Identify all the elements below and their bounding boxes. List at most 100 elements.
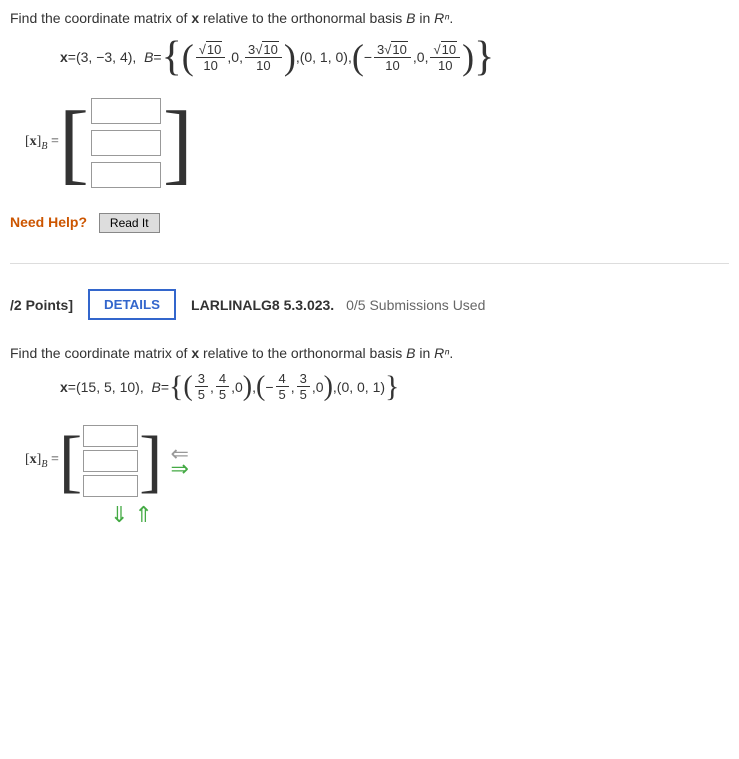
den: 10 xyxy=(382,58,402,73)
neg: − xyxy=(364,49,372,65)
txt: in xyxy=(415,345,434,361)
matrix-input-1[interactable] xyxy=(91,98,161,124)
eq: = xyxy=(51,452,59,467)
txt: Find the coordinate matrix of xyxy=(10,345,191,361)
x-sym: x xyxy=(60,379,68,395)
space-rn: Rⁿ xyxy=(434,345,449,361)
matrix-input-2[interactable] xyxy=(83,450,138,472)
frac: 310 10 xyxy=(374,42,411,73)
num: 4 xyxy=(276,371,289,387)
brace-close: } xyxy=(474,36,494,78)
eq: = xyxy=(161,379,169,395)
comma: , xyxy=(239,49,243,65)
remove-row-icon[interactable]: ⇑ xyxy=(134,502,152,527)
b-sym: B xyxy=(151,379,160,395)
zero: 0 xyxy=(231,49,239,65)
comma: , xyxy=(291,379,295,395)
frac: 10 10 xyxy=(430,42,460,73)
sqrt-arg: 10 xyxy=(391,41,407,57)
sqrt-arg: 10 xyxy=(262,41,278,57)
frac: 45 xyxy=(276,371,289,402)
frac: 10 10 xyxy=(196,42,226,73)
frac: 35 xyxy=(195,371,208,402)
brace-close: } xyxy=(385,372,399,402)
problem2-answer-wrapper: [x]B = [ ] ⇐ ⇒ ⇓ ⇑ xyxy=(10,422,729,528)
den: 5 xyxy=(195,387,208,402)
den: 10 xyxy=(200,58,220,73)
num: 3 xyxy=(297,371,310,387)
add-col-icon[interactable]: ⇒ xyxy=(170,461,188,476)
row-arrows[interactable]: ⇓ ⇑ xyxy=(110,502,729,528)
xb-label: [x]B = xyxy=(25,452,59,470)
col-arrows[interactable]: ⇐ ⇒ xyxy=(170,446,188,477)
bracket-left: [ xyxy=(59,430,82,493)
eq: = xyxy=(153,49,161,65)
paren: ( xyxy=(352,39,364,75)
sub-b: B xyxy=(41,459,47,470)
points-label: /2 Points] xyxy=(10,297,73,313)
x: x xyxy=(30,134,37,149)
txt: . xyxy=(449,10,453,26)
frac: 35 xyxy=(297,371,310,402)
comma: , xyxy=(140,379,152,395)
problem2-answer: [x]B = [ ] ⇐ ⇒ xyxy=(25,422,729,500)
divider xyxy=(10,263,729,264)
frac: 310 10 xyxy=(245,42,282,73)
txt: relative to the orthonormal basis xyxy=(199,345,406,361)
var-x: x xyxy=(191,10,199,26)
txt: Find the coordinate matrix of xyxy=(10,10,191,26)
problem2-formula: x = (15, 5, 10) , B = { ( 35 , 45 , 0 ) … xyxy=(60,371,729,402)
sqrt-arg: 10 xyxy=(441,41,457,57)
matrix-input-3[interactable] xyxy=(83,475,138,497)
v3: (0, 0, 1) xyxy=(337,379,385,395)
comma: , xyxy=(425,49,429,65)
problem1-formula: x = (3, −3, 4) , B = { ( 10 10 , 0 , 310… xyxy=(60,36,729,78)
details-button[interactable]: DETAILS xyxy=(88,289,176,320)
den: 10 xyxy=(435,58,455,73)
book-ref: LARLINALG8 5.3.023. xyxy=(191,297,334,313)
need-help-row: Need Help? Read It xyxy=(10,213,729,233)
eq: = xyxy=(51,134,59,149)
paren: ( xyxy=(182,39,194,75)
add-row-icon[interactable]: ⇓ xyxy=(110,502,128,527)
problem1-answer: [x]B = [ ] xyxy=(25,93,729,193)
frac: 45 xyxy=(216,371,229,402)
sub-b: B xyxy=(41,141,47,152)
paren: ( xyxy=(256,373,265,401)
readit-button[interactable]: Read It xyxy=(99,213,160,233)
zero: 0 xyxy=(235,379,243,395)
matrix-input-1[interactable] xyxy=(83,425,138,447)
bracket-right: ] xyxy=(139,430,162,493)
sqrt-arg: 10 xyxy=(206,41,222,57)
basis-set: { ( 10 10 , 0 , 310 10 ) , (0, 1, 0) , (… xyxy=(162,36,495,78)
matrix-inputs xyxy=(89,93,163,193)
comma: , xyxy=(132,49,144,65)
paren: ) xyxy=(462,39,474,75)
problem1-prompt: Find the coordinate matrix of x relative… xyxy=(10,10,729,26)
matrix-input-3[interactable] xyxy=(91,162,161,188)
space-rn: Rⁿ xyxy=(434,10,449,26)
x-sym: x xyxy=(60,49,68,65)
x: x xyxy=(30,452,37,467)
paren: ) xyxy=(324,373,333,401)
xb-label: [x]B = xyxy=(25,134,59,152)
paren: ( xyxy=(183,373,192,401)
txt: . xyxy=(449,345,453,361)
brace-open: { xyxy=(169,372,183,402)
num: 3 xyxy=(195,371,208,387)
zero: 0 xyxy=(316,379,324,395)
matrix-inputs xyxy=(82,422,139,500)
part-header: /2 Points] DETAILS LARLINALG8 5.3.023. 0… xyxy=(10,289,729,320)
sqrt xyxy=(199,42,206,57)
need-help-label: Need Help? xyxy=(10,214,87,230)
neg: − xyxy=(265,379,273,395)
v2: (0, 1, 0) xyxy=(300,49,348,65)
b-sym: B xyxy=(144,49,153,65)
problem2-prompt: Find the coordinate matrix of x relative… xyxy=(10,345,729,361)
basis-set: { ( 35 , 45 , 0 ) , ( − 45 , 35 , 0 ) , … xyxy=(169,371,399,402)
eq: = xyxy=(68,379,76,395)
var-x: x xyxy=(191,345,199,361)
paren: ) xyxy=(284,39,296,75)
den: 10 xyxy=(253,58,273,73)
matrix-input-2[interactable] xyxy=(91,130,161,156)
